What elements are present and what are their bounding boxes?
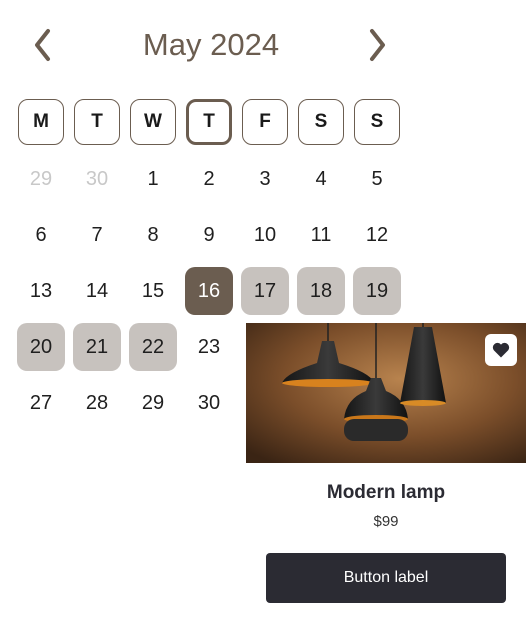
- day-cell[interactable]: 6: [17, 211, 65, 259]
- day-cell[interactable]: 23: [185, 323, 233, 371]
- day-cell[interactable]: 7: [73, 211, 121, 259]
- day-cell[interactable]: 17: [241, 267, 289, 315]
- day-cell[interactable]: 8: [129, 211, 177, 259]
- day-cell[interactable]: 27: [17, 379, 65, 427]
- day-cell[interactable]: 9: [185, 211, 233, 259]
- day-cell[interactable]: 13: [17, 267, 65, 315]
- heart-icon: [492, 342, 510, 358]
- product-title: Modern lamp: [326, 482, 446, 503]
- day-cell[interactable]: 29: [17, 155, 65, 203]
- card-action-button[interactable]: Button label: [266, 553, 506, 603]
- day-cell[interactable]: 29: [129, 379, 177, 427]
- weekday-label: T: [186, 99, 232, 145]
- product-card: Modern lamp $99 Button label: [246, 323, 526, 623]
- chevron-right-icon: [370, 29, 385, 61]
- prev-month-button[interactable]: [26, 26, 60, 64]
- day-cell[interactable]: 22: [129, 323, 177, 371]
- day-cell[interactable]: 11: [297, 211, 345, 259]
- weekday-label: F: [242, 99, 288, 145]
- day-cell[interactable]: 3: [241, 155, 289, 203]
- favorite-button[interactable]: [485, 334, 517, 366]
- day-cell[interactable]: 4: [297, 155, 345, 203]
- day-cell[interactable]: 19: [353, 267, 401, 315]
- product-image: [246, 323, 526, 463]
- day-cell[interactable]: 14: [73, 267, 121, 315]
- day-cell[interactable]: 28: [73, 379, 121, 427]
- day-cell[interactable]: 30: [73, 155, 121, 203]
- next-month-button[interactable]: [360, 26, 394, 64]
- day-cell[interactable]: 18: [297, 267, 345, 315]
- weekday-label: M: [18, 99, 64, 145]
- weekday-label: W: [130, 99, 176, 145]
- weekday-label: T: [74, 99, 120, 145]
- month-title: May 2024: [142, 27, 280, 62]
- day-cell[interactable]: 15: [129, 267, 177, 315]
- product-price: $99: [373, 513, 399, 530]
- weekday-label: S: [354, 99, 400, 145]
- day-cell[interactable]: 30: [185, 379, 233, 427]
- day-cell[interactable]: 5: [353, 155, 401, 203]
- day-cell[interactable]: 1: [129, 155, 177, 203]
- day-cell[interactable]: 10: [241, 211, 289, 259]
- day-cell[interactable]: 20: [17, 323, 65, 371]
- chevron-left-icon: [35, 29, 50, 61]
- lamp-photo: [246, 323, 526, 463]
- day-cell[interactable]: 12: [353, 211, 401, 259]
- weekday-label: S: [298, 99, 344, 145]
- day-cell-selected[interactable]: 16: [185, 267, 233, 315]
- day-cell[interactable]: 2: [185, 155, 233, 203]
- day-cell[interactable]: 21: [73, 323, 121, 371]
